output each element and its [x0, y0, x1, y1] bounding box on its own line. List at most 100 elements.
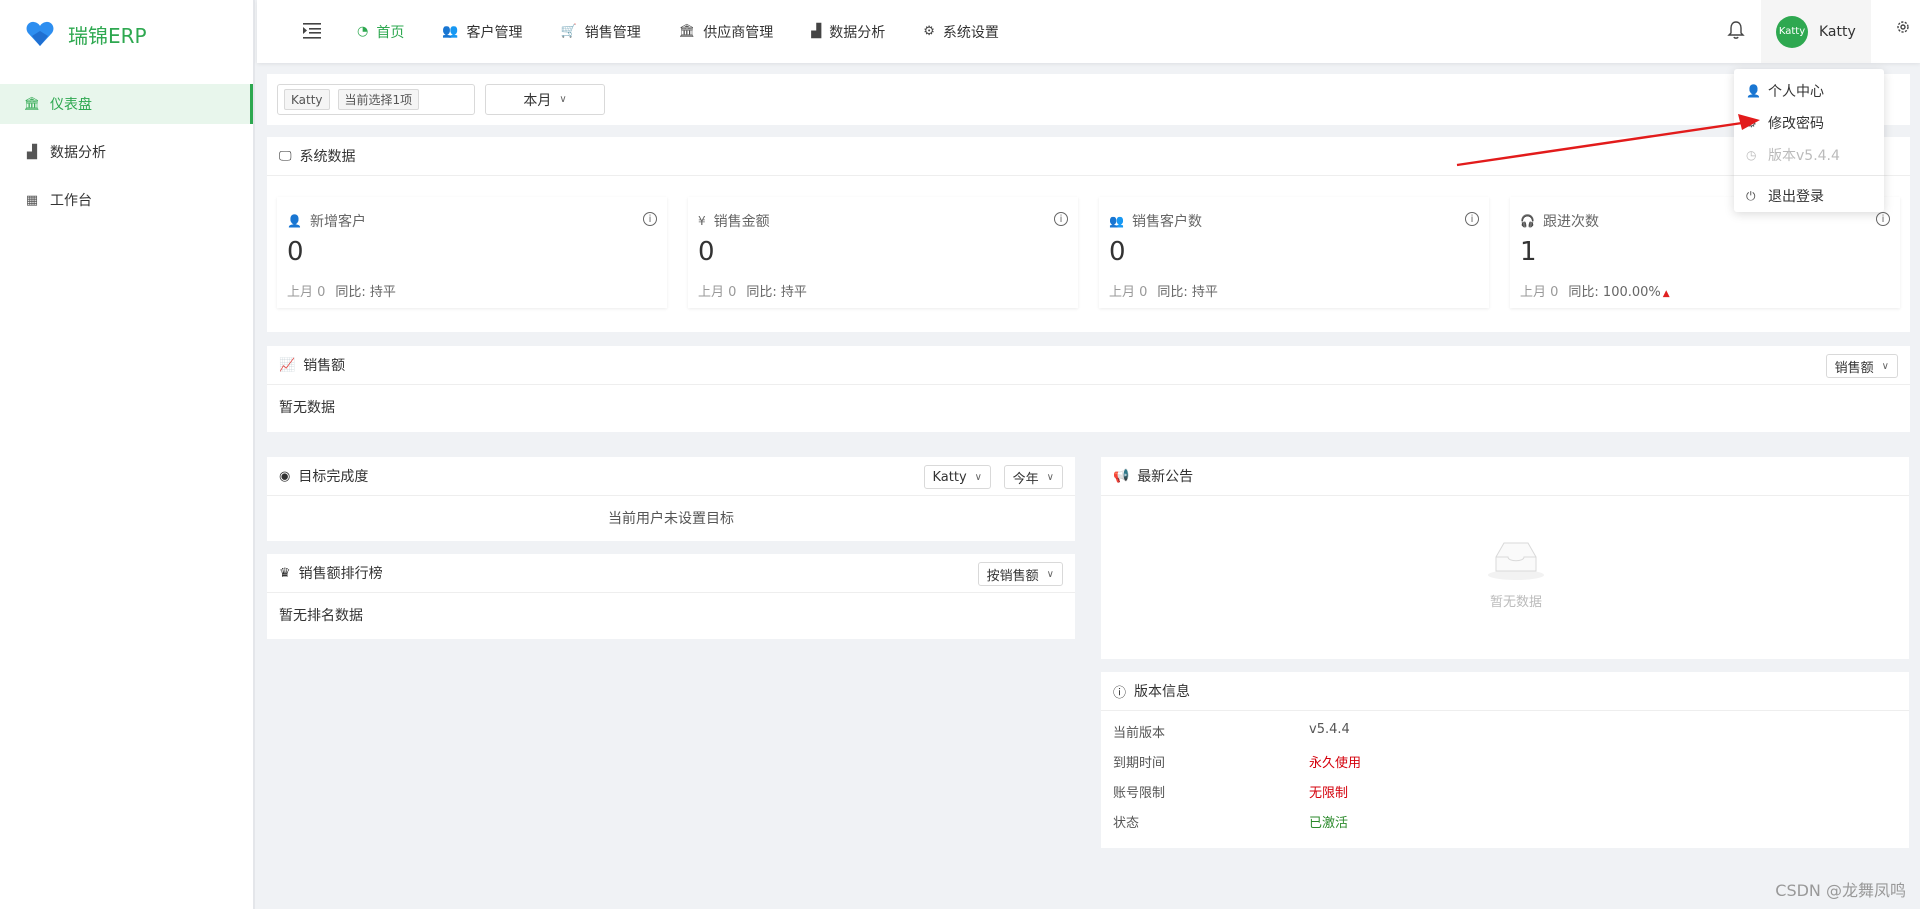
- watermark: CSDN @龙舞凤鸣: [1775, 881, 1906, 900]
- stat-footer: 上月 0 同比: 100.00% ▲: [1520, 281, 1670, 300]
- bank-icon: 🏛: [23, 96, 41, 112]
- trend-up-icon: ▲: [1662, 289, 1670, 299]
- stat-title: 🎧 跟进次数: [1520, 211, 1599, 231]
- username: Katty: [1819, 23, 1856, 40]
- menu-item-change-password[interactable]: ⚙ 修改密码: [1734, 107, 1884, 139]
- info-icon[interactable]: i: [643, 212, 657, 226]
- sidebar-item-label: 工作台: [50, 193, 92, 209]
- sidebar: 瑞锦ERP 🏛 仪表盘 ▟ 数据分析 ▦ 工作台: [0, 0, 255, 909]
- divider: [1734, 175, 1884, 176]
- sidebar-item-dashboard[interactable]: 🏛 仪表盘: [0, 84, 253, 124]
- trophy-icon: ♛: [279, 565, 291, 581]
- bar-chart-icon: ▟: [811, 24, 822, 39]
- customer-icon: 👥: [1109, 214, 1124, 228]
- yoy-compare: 同比: 持平: [335, 285, 396, 300]
- stat-title: ¥ 销售金额: [698, 211, 770, 231]
- menu-item-label: 个人中心: [1768, 84, 1824, 100]
- stat-value: 0: [287, 237, 304, 267]
- power-icon: ⏻: [1746, 188, 1756, 203]
- calendar-icon: ▦: [25, 192, 39, 208]
- target-user-select[interactable]: Katty ∨: [923, 465, 991, 489]
- nav-home[interactable]: ◔ 首页: [357, 22, 404, 42]
- panel-title: 系统数据: [299, 149, 356, 165]
- menu-item-label: 修改密码: [1768, 116, 1824, 132]
- yoy-compare: 同比: 持平: [746, 285, 807, 300]
- settings-gear-icon[interactable]: [1895, 19, 1911, 35]
- panel-title: 最新公告: [1137, 469, 1194, 485]
- last-month: 上月 0: [1109, 285, 1148, 300]
- empty-message: 暂无数据: [279, 400, 335, 416]
- sales-metric-select[interactable]: 销售额 ∨: [1825, 354, 1898, 378]
- sidebar-item-workbench[interactable]: ▦ 工作台: [0, 180, 253, 220]
- nav-label: 数据分析: [829, 24, 886, 41]
- user-icon: 👤: [287, 214, 302, 228]
- menu-item-profile[interactable]: 👤 个人中心: [1734, 75, 1884, 107]
- headset-icon: 🎧: [1520, 214, 1535, 228]
- stat-title-text: 跟进次数: [1542, 214, 1599, 230]
- nav-data-analysis[interactable]: ▟ 数据分析: [811, 22, 885, 42]
- version-row-label: 当前版本: [1113, 726, 1166, 741]
- sidebar-menu: 🏛 仪表盘 ▟ 数据分析 ▦ 工作台: [0, 84, 253, 220]
- nav-customer-management[interactable]: 👥 客户管理: [442, 22, 522, 42]
- select-value: Katty: [932, 469, 967, 485]
- menu-collapse-icon[interactable]: [301, 20, 323, 40]
- version-row-label: 账号限制: [1113, 786, 1166, 801]
- panel-title: 目标完成度: [298, 469, 369, 485]
- panel-title: 销售额排行榜: [298, 566, 383, 582]
- user-multi-select[interactable]: Katty 当前选择1项: [277, 84, 475, 115]
- top-navbar: ◔ 首页 👥 客户管理 🛒 销售管理 🏛 供应商管理 ▟ 数据分析 ⚙ 系统设置…: [257, 0, 1920, 63]
- version-info-panel: ⓘ 版本信息 当前版本 v5.4.4 到期时间 永久使用 账号限制 无限制 状态…: [1101, 672, 1909, 848]
- chevron-down-icon: ∨: [1881, 360, 1889, 372]
- nav-label: 系统设置: [942, 24, 999, 41]
- sales-panel: 📈 销售额 销售额 ∨ 暂无数据: [267, 346, 1910, 432]
- stat-value: 0: [698, 237, 715, 267]
- menu-item-logout[interactable]: ⏻ 退出登录: [1734, 180, 1884, 212]
- panel-header: ◉ 目标完成度 Katty ∨ 今年 ∨: [267, 457, 1075, 496]
- no-target-message: 当前用户未设置目标: [608, 511, 734, 527]
- panel-header: 📢 最新公告: [1101, 457, 1909, 496]
- user-tag[interactable]: Katty: [284, 89, 330, 110]
- panel-header: ♛ 销售额排行榜 按销售额 ∨: [267, 554, 1075, 593]
- stat-footer: 上月 0 同比: 持平: [1109, 281, 1218, 300]
- bell-icon[interactable]: [1727, 20, 1745, 40]
- info-icon[interactable]: i: [1876, 212, 1890, 226]
- nav-sales-management[interactable]: 🛒 销售管理: [561, 22, 641, 42]
- app-logo[interactable]: 瑞锦ERP: [0, 0, 253, 68]
- user-menu-trigger[interactable]: Katty Katty: [1761, 0, 1871, 63]
- chevron-down-icon: ∨: [1046, 471, 1054, 483]
- chevron-down-icon: ∨: [559, 94, 567, 105]
- gear-icon: ⚙: [923, 24, 935, 39]
- version-row-label: 状态: [1113, 816, 1140, 831]
- info-circle-icon: ⓘ: [1113, 685, 1127, 701]
- version-row-value: 无限制: [1309, 786, 1349, 801]
- stat-card-sales-customers: 👥 销售客户数 i 0 上月 0 同比: 持平: [1099, 197, 1489, 308]
- latest-notice-panel: 📢 最新公告 暂无数据: [1101, 457, 1909, 659]
- avatar: Katty: [1776, 15, 1808, 48]
- target-icon: ◉: [279, 468, 291, 484]
- megaphone-icon: 📢: [1113, 468, 1130, 484]
- line-chart-icon: 📈: [279, 357, 296, 373]
- filter-bar: Katty 当前选择1项 本月 ∨: [267, 74, 1910, 125]
- users-icon: 👥: [442, 24, 459, 39]
- info-icon[interactable]: i: [1054, 212, 1068, 226]
- selected-count-tag: 当前选择1项: [337, 89, 420, 110]
- period-select[interactable]: 本月 ∨: [485, 84, 605, 115]
- version-row-value: v5.4.4: [1309, 722, 1350, 737]
- dashboard-icon: ◔: [357, 24, 369, 39]
- ranking-sort-select[interactable]: 按销售额 ∨: [977, 562, 1063, 586]
- stat-value: 1: [1520, 237, 1537, 267]
- stat-value: 0: [1109, 237, 1126, 267]
- nav-supplier-management[interactable]: 🏛 供应商管理: [679, 22, 774, 42]
- info-icon[interactable]: i: [1465, 212, 1479, 226]
- last-month: 上月 0: [698, 285, 737, 300]
- stat-card-new-customers: 👤 新增客户 i 0 上月 0 同比: 持平: [277, 197, 667, 308]
- nav-system-settings[interactable]: ⚙ 系统设置: [923, 22, 999, 42]
- chevron-down-icon: ∨: [974, 471, 982, 483]
- sidebar-item-data-analysis[interactable]: ▟ 数据分析: [0, 132, 253, 172]
- sidebar-item-label: 仪表盘: [50, 97, 92, 113]
- stat-title-text: 销售金额: [713, 214, 770, 230]
- last-month: 上月 0: [1520, 285, 1559, 300]
- target-period-select[interactable]: 今年 ∨: [1003, 465, 1063, 489]
- select-value: 今年: [1012, 471, 1039, 487]
- select-value: 销售额: [1834, 360, 1874, 376]
